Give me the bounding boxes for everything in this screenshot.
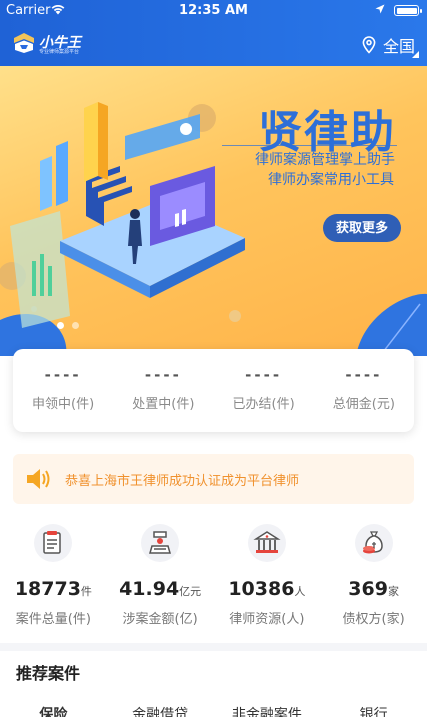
carousel-dot[interactable] — [72, 322, 79, 329]
stat-value: ---- — [144, 366, 182, 384]
feature-value: 369 — [348, 578, 388, 600]
stat-label: 申领中(件) — [32, 397, 95, 412]
money-bag-icon — [354, 524, 393, 562]
section-divider — [0, 643, 427, 651]
feature-unit: 人 — [294, 585, 306, 598]
feature-unit: 家 — [387, 585, 399, 598]
battery-icon — [394, 5, 422, 16]
logo-emblem-icon — [14, 33, 34, 53]
top-bar: Carrier 12:35 AM 小牛王 专业律师案源平台 全国 — [0, 0, 427, 66]
feature-creditors[interactable]: 369家 债权方(家) — [320, 520, 427, 630]
promo-banner[interactable]: 贤律助 律师案源管理掌上助手 律师办案常用小工具 获取更多 — [0, 66, 427, 356]
feature-case-total[interactable]: 18773件 案件总量(件) — [0, 520, 107, 630]
feature-value: 10386 — [228, 578, 295, 600]
logo-tagline: 专业律师案源平台 — [39, 49, 80, 55]
region-label: 全国 — [382, 37, 415, 56]
case-docs-icon — [34, 524, 73, 562]
stat-commission[interactable]: ---- 总佣金(元) — [314, 349, 414, 432]
stat-completed[interactable]: ---- 已办结(件) — [214, 349, 314, 432]
stat-label: 已办结(件) — [232, 397, 295, 412]
speaker-icon — [27, 469, 50, 489]
stat-value: ---- — [245, 366, 283, 384]
stat-value: ---- — [345, 366, 383, 384]
dropdown-corner-icon — [412, 51, 419, 58]
feature-label: 债权方(家) — [342, 612, 405, 627]
case-stats-card: ---- 申领中(件) ---- 处置中(件) ---- 已办结(件) ----… — [13, 349, 414, 432]
stat-value: ---- — [44, 366, 82, 384]
get-more-button[interactable]: 获取更多 — [323, 214, 401, 242]
money-scale-icon — [141, 524, 180, 562]
tab-financial-loans[interactable]: 金融借贷 — [107, 705, 214, 717]
banner-subtitle-1: 律师案源管理掌上助手 — [255, 152, 395, 168]
stat-handling[interactable]: ---- 处置中(件) — [113, 349, 213, 432]
law-building-icon — [247, 524, 286, 562]
clock: 12:35 AM — [179, 3, 248, 18]
tab-non-financial[interactable]: 非金融案件 — [214, 705, 321, 717]
stat-label: 总佣金(元) — [332, 397, 395, 412]
region-selector[interactable]: 全国 — [362, 34, 419, 58]
feature-amount[interactable]: 41.94亿元 涉案金额(亿) — [107, 520, 214, 630]
feature-unit: 件 — [80, 585, 92, 598]
location-arrow-icon — [375, 4, 385, 14]
feature-value: 41.94 — [119, 578, 180, 600]
case-category-tabs: 保险 金融借贷 非金融案件 银行 — [0, 703, 427, 717]
feature-label: 涉案金额(亿) — [122, 612, 198, 627]
app-logo[interactable]: 小牛王 专业律师案源平台 — [12, 30, 82, 56]
announcement-text: 恭喜上海市王律师成功认证成为平台律师 — [65, 473, 300, 489]
tab-bank[interactable]: 银行 — [320, 705, 427, 717]
status-bar: Carrier 12:35 AM — [0, 0, 427, 22]
stat-label: 处置中(件) — [132, 397, 195, 412]
platform-stats: 18773件 案件总量(件) 41.94亿元 涉案金额(亿) 10386人 律师… — [0, 520, 427, 630]
feature-lawyers[interactable]: 10386人 律师资源(人) — [214, 520, 321, 630]
stat-applying[interactable]: ---- 申领中(件) — [13, 349, 113, 432]
carousel-indicator[interactable] — [57, 322, 79, 329]
feature-label: 案件总量(件) — [15, 612, 91, 627]
feature-label: 律师资源(人) — [229, 612, 305, 627]
banner-subtitle-2: 律师办案常用小工具 — [268, 172, 394, 188]
feature-value: 18773 — [14, 578, 81, 600]
tab-insurance[interactable]: 保险 — [0, 705, 107, 717]
location-pin-icon — [362, 36, 376, 54]
recommended-cases-title: 推荐案件 — [16, 664, 81, 683]
feature-unit: 亿元 — [179, 585, 202, 598]
announcement-bar[interactable]: 恭喜上海市王律师成功认证成为平台律师 — [13, 454, 414, 504]
carousel-dot-active[interactable] — [57, 322, 64, 329]
